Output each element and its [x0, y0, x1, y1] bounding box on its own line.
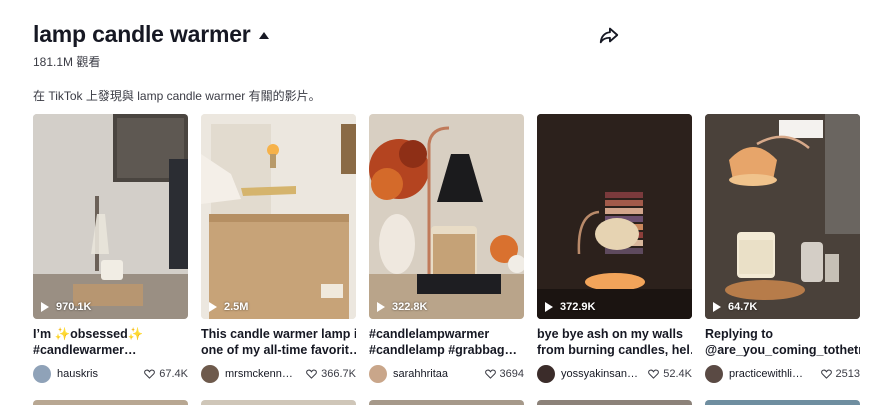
- play-count-value: 64.7K: [728, 301, 758, 313]
- like-count-value: 52.4K: [663, 368, 692, 380]
- play-icon: [545, 302, 553, 312]
- caption-line: This candle warmer lamp is: [201, 327, 356, 341]
- avatar[interactable]: [369, 365, 387, 383]
- heart-outline-icon: [306, 369, 317, 379]
- like-count: 2513: [820, 368, 860, 380]
- video-thumbnail-next-row[interactable]: [369, 400, 524, 405]
- view-count: 181.1M 觀看: [33, 55, 101, 69]
- caret-up-icon[interactable]: [258, 31, 269, 39]
- avatar[interactable]: [33, 365, 51, 383]
- video-meta: practicewithli… 2513: [705, 364, 860, 384]
- like-count-value: 3694: [499, 368, 524, 380]
- title-row: lamp candle warmer: [33, 20, 633, 48]
- username[interactable]: practicewithli…: [729, 368, 815, 380]
- caption-line: #candlewarmer…: [33, 343, 137, 357]
- play-count: 2.5M: [209, 301, 248, 313]
- caption-line: one of my all-time favorit…: [201, 343, 356, 357]
- share-arrow-icon[interactable]: [598, 24, 620, 46]
- like-count: 67.4K: [144, 368, 188, 380]
- caption-line: #candlelamp #grabbag…: [369, 343, 517, 357]
- like-count: 3694: [484, 368, 524, 380]
- video-thumbnail-next-row[interactable]: [201, 400, 356, 405]
- heart-outline-icon: [820, 369, 832, 379]
- video-thumbnail[interactable]: 2.5M: [201, 114, 356, 319]
- username[interactable]: yossyakinsan…: [561, 368, 642, 380]
- thumbnail-image: [201, 114, 356, 319]
- play-count: 64.7K: [713, 301, 757, 313]
- heart-outline-icon: [484, 369, 496, 379]
- caption-line: I’m ✨obsessed✨: [33, 327, 144, 341]
- video-thumbnail-next-row[interactable]: [537, 400, 692, 405]
- heart-outline-icon: [144, 369, 156, 379]
- video-thumbnail[interactable]: 64.7K: [705, 114, 860, 319]
- video-card[interactable]: 322.8K #candlelampwarmer #candlelamp #gr…: [369, 114, 524, 384]
- username[interactable]: mrsmckenn…: [225, 368, 300, 380]
- username[interactable]: hauskris: [57, 368, 138, 380]
- play-count: 322.8K: [377, 301, 427, 313]
- play-count: 970.1K: [41, 301, 91, 313]
- video-caption[interactable]: bye bye ash on my walls from burning can…: [537, 326, 692, 358]
- video-card[interactable]: 970.1K I’m ✨obsessed✨ #candlewarmer… hau…: [33, 114, 188, 384]
- play-icon: [377, 302, 385, 312]
- thumbnail-image: [369, 114, 524, 319]
- video-meta: mrsmckenn… 366.7K: [201, 364, 356, 384]
- thumbnail-image: [33, 114, 188, 319]
- caption-line: from burning candles, hel…: [537, 343, 692, 357]
- play-count: 372.9K: [545, 301, 595, 313]
- video-card[interactable]: 372.9K bye bye ash on my walls from burn…: [537, 114, 692, 384]
- like-count-value: 2513: [835, 368, 860, 380]
- page-description: 在 TikTok 上發現與 lamp candle warmer 有關的影片。: [33, 89, 321, 103]
- play-icon: [713, 302, 721, 312]
- caption-line: Replying to: [705, 327, 774, 341]
- play-count-value: 322.8K: [392, 301, 428, 313]
- thumbnail-image: [705, 114, 860, 319]
- video-thumbnail[interactable]: 322.8K: [369, 114, 524, 319]
- video-caption[interactable]: #candlelampwarmer #candlelamp #grabbag…: [369, 326, 524, 358]
- heart-outline-icon: [648, 369, 660, 379]
- avatar[interactable]: [537, 365, 555, 383]
- like-count-value: 366.7K: [321, 368, 356, 380]
- video-meta: hauskris 67.4K: [33, 364, 188, 384]
- video-caption[interactable]: I’m ✨obsessed✨ #candlewarmer…: [33, 326, 188, 358]
- caption-line: #candlelampwarmer: [369, 327, 490, 341]
- search-header: lamp candle warmer 181.1M 觀看 在 TikTok 上發…: [33, 20, 633, 104]
- like-count-value: 67.4K: [159, 368, 188, 380]
- avatar[interactable]: [201, 365, 219, 383]
- video-thumbnail-next-row[interactable]: [33, 400, 188, 405]
- video-caption[interactable]: Replying to @are_you_coming_tothetr…: [705, 326, 860, 358]
- video-thumbnail-next-row[interactable]: [705, 400, 860, 405]
- play-count-value: 2.5M: [224, 301, 249, 313]
- username[interactable]: sarahhritaa: [393, 368, 479, 380]
- video-thumbnail[interactable]: 372.9K: [537, 114, 692, 319]
- thumbnail-image: [537, 114, 692, 319]
- play-icon: [41, 302, 49, 312]
- video-card[interactable]: 64.7K Replying to @are_you_coming_tothet…: [705, 114, 860, 384]
- play-count-value: 372.9K: [560, 301, 596, 313]
- avatar[interactable]: [705, 365, 723, 383]
- video-thumbnail[interactable]: 970.1K: [33, 114, 188, 319]
- play-count-value: 970.1K: [56, 301, 92, 313]
- like-count: 366.7K: [306, 368, 356, 380]
- caption-line: @are_you_coming_tothetr…: [705, 343, 860, 357]
- video-meta: sarahhritaa 3694: [369, 364, 524, 384]
- page-title: lamp candle warmer: [33, 20, 251, 47]
- play-icon: [209, 302, 217, 312]
- video-meta: yossyakinsan… 52.4K: [537, 364, 692, 384]
- caption-line: bye bye ash on my walls: [537, 327, 683, 341]
- video-card[interactable]: 2.5M This candle warmer lamp is one of m…: [201, 114, 356, 384]
- like-count: 52.4K: [648, 368, 692, 380]
- video-caption[interactable]: This candle warmer lamp is one of my all…: [201, 326, 356, 358]
